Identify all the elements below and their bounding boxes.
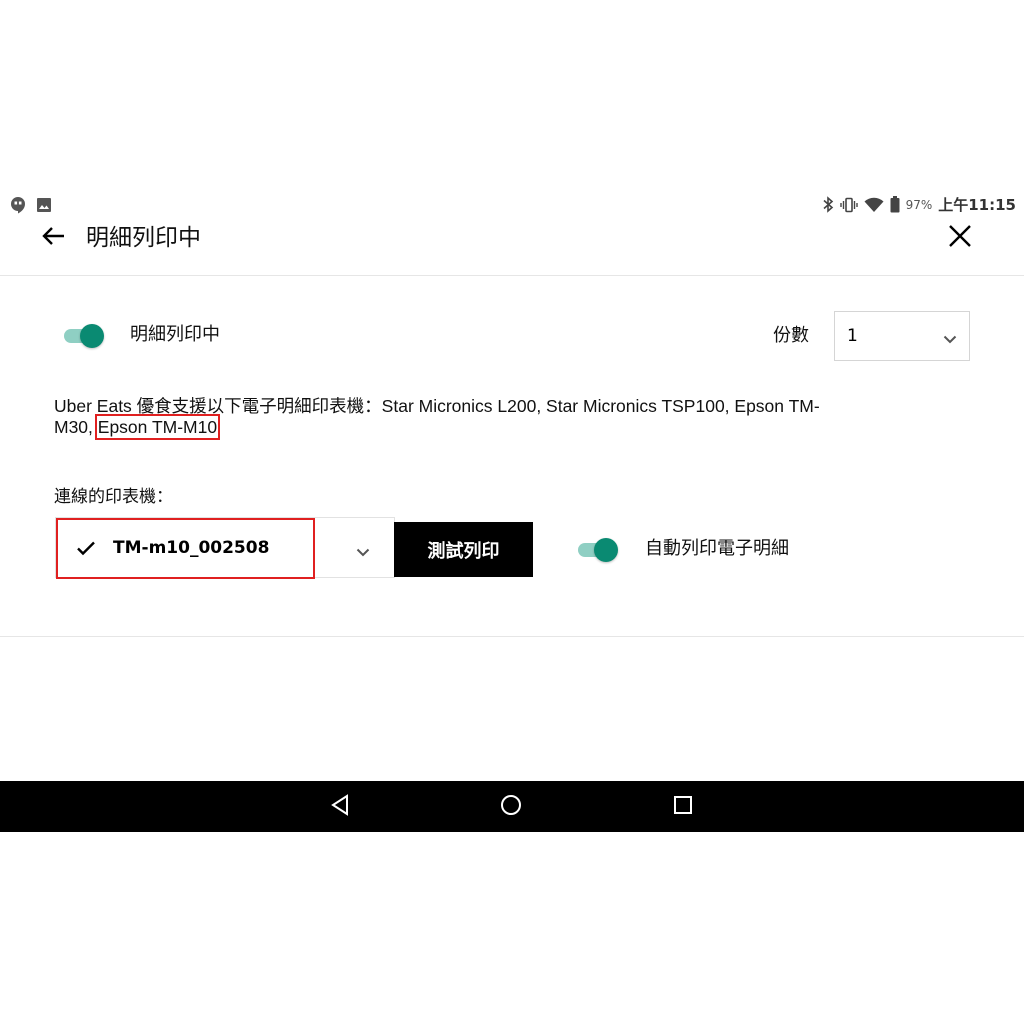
page-title: 明細列印中 xyxy=(86,225,201,251)
copies-select[interactable]: 1 xyxy=(834,311,970,361)
nav-back-button[interactable] xyxy=(326,793,354,821)
checkmark-icon xyxy=(76,540,96,560)
battery-icon xyxy=(890,196,900,213)
close-icon xyxy=(948,224,972,252)
connected-printer-label: 連線的印表機： xyxy=(54,487,173,507)
circle-home-icon xyxy=(500,794,522,820)
vibrate-icon xyxy=(839,197,858,213)
section-divider xyxy=(0,636,1024,637)
navigation-bar xyxy=(0,781,1024,832)
print-receipt-label: 明細列印中 xyxy=(130,324,220,345)
highlighted-printer-model: Epson TM-M10 xyxy=(94,414,221,440)
auto-print-toggle[interactable] xyxy=(578,536,618,562)
supported-printers-text: Uber Eats 優食支援以下電子明細印表機：Star Micronics L… xyxy=(54,396,834,440)
arrow-left-icon xyxy=(42,226,66,250)
nav-home-button[interactable] xyxy=(497,793,525,821)
auto-print-label: 自動列印電子明細 xyxy=(645,538,789,559)
close-button[interactable] xyxy=(940,218,980,258)
chevron-down-icon xyxy=(356,542,370,561)
back-button[interactable] xyxy=(36,220,72,256)
toggle-thumb xyxy=(594,538,618,562)
bluetooth-icon xyxy=(822,196,834,213)
battery-percent: 97% xyxy=(905,197,933,212)
triangle-back-icon xyxy=(330,794,350,820)
nav-recents-button[interactable] xyxy=(669,793,697,821)
copies-value: 1 xyxy=(847,326,858,346)
chevron-down-icon xyxy=(943,329,957,348)
toggle-thumb xyxy=(80,324,104,348)
print-receipt-toggle[interactable] xyxy=(64,322,104,348)
title-bar: 明細列印中 xyxy=(0,212,1024,276)
printer-name: TM-m10_002508 xyxy=(113,538,270,558)
copies-label: 份數 xyxy=(773,325,809,346)
printer-select[interactable]: TM-m10_002508 xyxy=(55,517,395,579)
test-print-button[interactable]: 測試列印 xyxy=(394,522,533,577)
square-recents-icon xyxy=(673,795,693,819)
wifi-icon xyxy=(864,197,884,213)
